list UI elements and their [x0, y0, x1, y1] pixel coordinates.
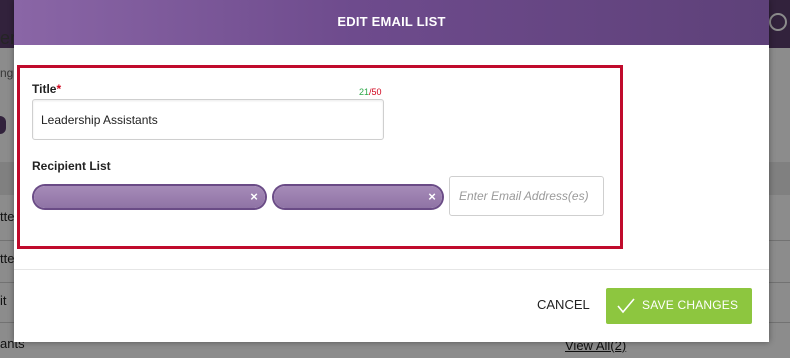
close-icon[interactable]: ×: [426, 189, 438, 205]
title-label: Title*: [32, 82, 61, 96]
counter-used: 21: [359, 87, 370, 97]
title-label-text: Title: [32, 82, 57, 96]
character-counter: 21/50: [359, 87, 382, 97]
footer-divider: [14, 269, 769, 270]
email-address-input[interactable]: [449, 176, 604, 216]
edit-email-list-modal: EDIT EMAIL LIST Title* 21/50 Recipient L…: [14, 0, 769, 342]
modal-title: EDIT EMAIL LIST: [337, 14, 446, 29]
close-icon[interactable]: ×: [248, 189, 260, 205]
title-input[interactable]: [32, 99, 384, 140]
save-changes-button[interactable]: SAVE CHANGES: [606, 288, 752, 324]
recipient-chip[interactable]: ×: [34, 186, 265, 208]
modal-header: EDIT EMAIL LIST: [14, 0, 769, 45]
checkmark-icon: [617, 298, 635, 314]
save-changes-label: SAVE CHANGES: [642, 298, 739, 312]
cancel-button[interactable]: CANCEL: [537, 297, 590, 312]
recipient-list-label: Recipient List: [32, 159, 111, 173]
required-marker: *: [56, 82, 62, 96]
counter-max: 50: [371, 87, 382, 97]
recipient-chip[interactable]: ×: [274, 186, 442, 208]
form-highlight-box: [17, 65, 623, 249]
